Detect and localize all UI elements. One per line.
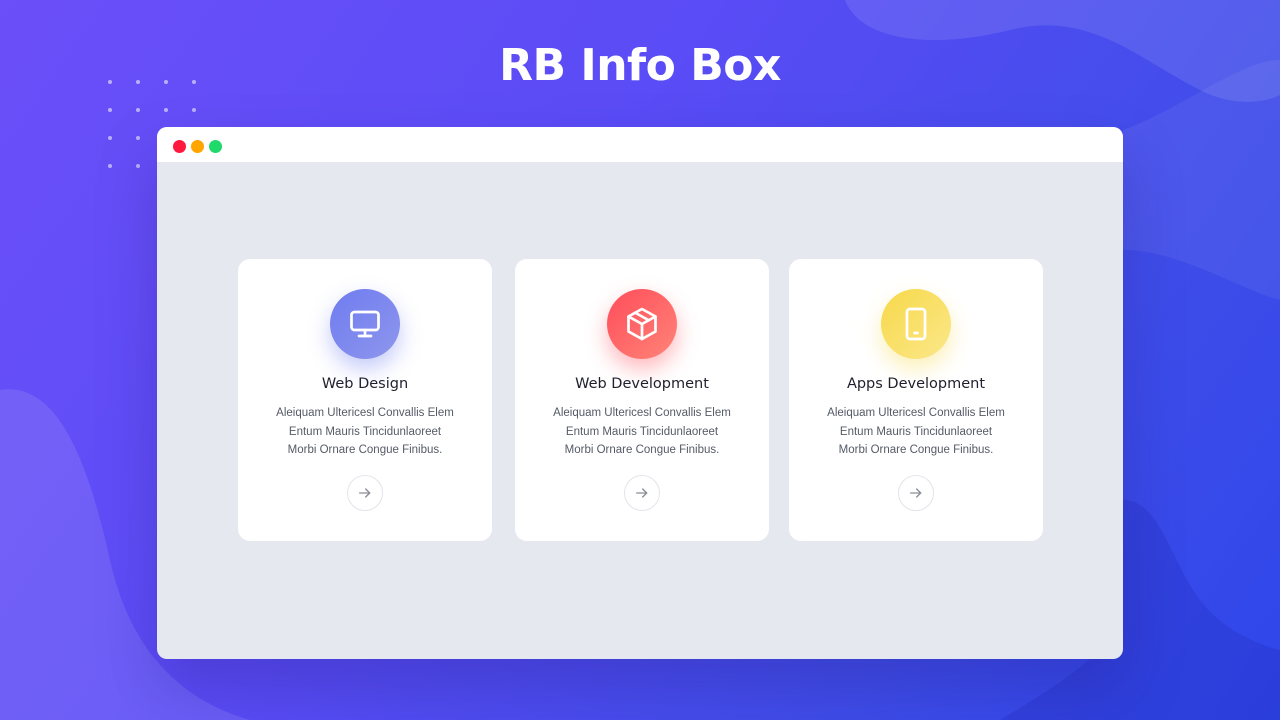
window-maximize-button[interactable] [209,140,222,153]
card-link-button[interactable] [898,475,934,511]
arrow-right-icon [910,488,922,498]
monitor-icon [350,310,380,338]
card-link-button[interactable] [624,475,660,511]
window-minimize-button[interactable] [191,140,204,153]
arrow-right-icon [359,488,371,498]
mobile-icon [905,307,927,341]
card-icon-circle [607,289,677,359]
card-link-button[interactable] [347,475,383,511]
card-title: Web Development [575,376,709,392]
info-box-card: Web Development Aleiquam Ultericesl Conv… [515,259,769,541]
card-title: Apps Development [846,376,986,392]
browser-title-bar [157,127,1123,162]
card-icon-circle [330,289,400,359]
card-description: Aleiquam Ultericesl Convallis Elem Entum… [827,407,1005,456]
browser-window: Web Design Aleiquam Ultericesl Convallis… [157,127,1123,659]
info-box-card: Web Design Aleiquam Ultericesl Convallis… [238,259,492,541]
card-title: Web Design [321,376,409,392]
card-description: Aleiquam Ultericesl Convallis Elem Entum… [276,407,454,456]
window-close-button[interactable] [173,140,186,153]
info-box-card: Apps Development Aleiquam Ultericesl Con… [789,259,1043,541]
page-title: RB Info Box [499,40,781,91]
card-icon-circle [881,289,951,359]
card-description: Aleiquam Ultericesl Convallis Elem Entum… [553,407,731,456]
cube-icon [627,307,657,341]
arrow-right-icon [636,488,648,498]
